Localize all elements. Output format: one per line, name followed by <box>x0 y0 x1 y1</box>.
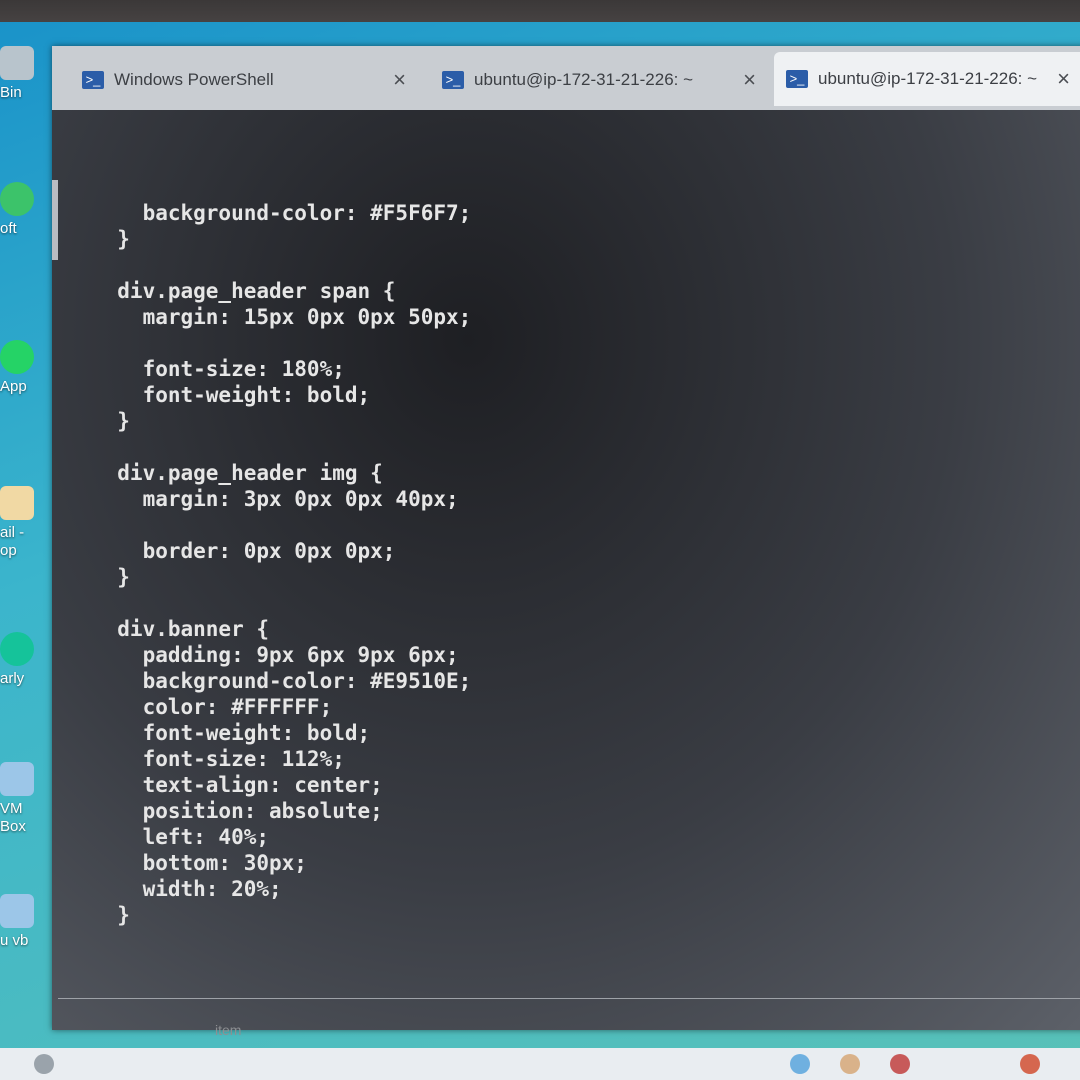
recycle-bin-shortcut[interactable]: Bin <box>0 46 50 102</box>
tab-ubuntu-1[interactable]: >_ ubuntu@ip-172-31-21-226: ~ × <box>442 60 762 100</box>
terminal-line: background-color: #F5F6F7; <box>92 201 472 225</box>
mail-shortcut[interactable]: ail - op <box>0 486 50 560</box>
taskbar-app-icon[interactable] <box>1020 1054 1040 1074</box>
taskbar-app-icon[interactable] <box>790 1054 810 1074</box>
whatsapp-icon <box>0 340 34 374</box>
tab-label: ubuntu@ip-172-31-21-226: ~ <box>474 70 694 89</box>
terminal-line: font-size: 112%; <box>92 747 345 771</box>
terminal-line: div.banner { <box>92 617 270 641</box>
divider <box>58 998 1080 999</box>
terminal-line: margin: 3px 0px 0px 40px; <box>92 487 459 511</box>
taskbar-app-icon[interactable] <box>840 1054 860 1074</box>
powershell-icon: >_ <box>82 71 104 89</box>
terminal-line: left: 40%; <box>92 825 270 849</box>
terminal-line: font-size: 180%; <box>92 357 345 381</box>
terminal-line: width: 20%; <box>92 877 282 901</box>
terminal-line: position: absolute; <box>92 799 383 823</box>
close-icon[interactable]: × <box>387 67 412 93</box>
terminal-window: >_ Windows PowerShell × >_ ubuntu@ip-172… <box>52 46 1080 1030</box>
terminal-line: div.page_header span { <box>92 279 396 303</box>
tab-label: ubuntu@ip-172-31-21-226: ~ <box>818 69 1038 88</box>
terminal-pane[interactable]: background-color: #F5F6F7; } div.page_he… <box>52 110 1080 1030</box>
grammarly-icon <box>0 632 34 666</box>
taskbar-app-icon[interactable] <box>890 1054 910 1074</box>
terminal-line: padding: 9px 6px 9px 6px; <box>92 643 459 667</box>
desktop-icon-label: oft <box>0 220 17 237</box>
terminal-line: bottom: 30px; <box>92 851 307 875</box>
terminal-output: background-color: #F5F6F7; } div.page_he… <box>92 200 471 928</box>
close-icon[interactable]: × <box>1051 66 1076 92</box>
terminal-line: background-color: #E9510E; <box>92 669 472 693</box>
desktop-icon-label: VM Box <box>0 800 26 835</box>
scrollbar[interactable] <box>52 180 58 260</box>
tab-bar: >_ Windows PowerShell × >_ ubuntu@ip-172… <box>52 46 1080 110</box>
terminal-line: div.page_header img { <box>92 461 383 485</box>
desktop-icon-label: arly <box>0 670 25 687</box>
terminal-line: text-align: center; <box>92 773 383 797</box>
microsoft-edge-icon <box>0 182 34 216</box>
desktop-icon-label: Bin <box>0 84 22 101</box>
background-text: item <box>215 1022 242 1038</box>
terminal-line: } <box>92 227 130 251</box>
terminal-icon: >_ <box>786 70 808 88</box>
virtualbox-shortcut[interactable]: VM Box <box>0 762 50 836</box>
whatsapp-shortcut[interactable]: App <box>0 340 50 396</box>
terminal-line: margin: 15px 0px 0px 50px; <box>92 305 472 329</box>
desktop-icon-label: u vb <box>0 932 29 949</box>
terminal-line: font-weight: bold; <box>92 383 371 407</box>
tab-label: Windows PowerShell <box>114 70 274 89</box>
terminal-line: } <box>92 409 130 433</box>
recycle-bin-icon <box>0 46 34 80</box>
desktop-icon-label: App <box>0 378 27 395</box>
search-icon[interactable] <box>34 1054 54 1074</box>
terminal-line: } <box>92 565 130 589</box>
close-icon[interactable]: × <box>737 67 762 93</box>
ubuntu-vb-shortcut[interactable]: u vb <box>0 894 50 950</box>
desktop-icon-label: ail - op <box>0 524 25 559</box>
mail-app-icon <box>0 486 34 520</box>
terminal-line: font-weight: bold; <box>92 721 371 745</box>
taskbar <box>0 1048 1080 1080</box>
grammarly-shortcut[interactable]: arly <box>0 632 50 688</box>
virtualbox-icon <box>0 762 34 796</box>
terminal-line: } <box>92 903 130 927</box>
terminal-line: color: #FFFFFF; <box>92 695 333 719</box>
tab-windows-powershell[interactable]: >_ Windows PowerShell × <box>82 60 412 100</box>
tab-ubuntu-2[interactable]: >_ ubuntu@ip-172-31-21-226: ~ × <box>774 52 1080 106</box>
edge-shortcut[interactable]: oft <box>0 182 50 238</box>
ubuntu-vb-icon <box>0 894 34 928</box>
terminal-line: border: 0px 0px 0px; <box>92 539 396 563</box>
terminal-icon: >_ <box>442 71 464 89</box>
